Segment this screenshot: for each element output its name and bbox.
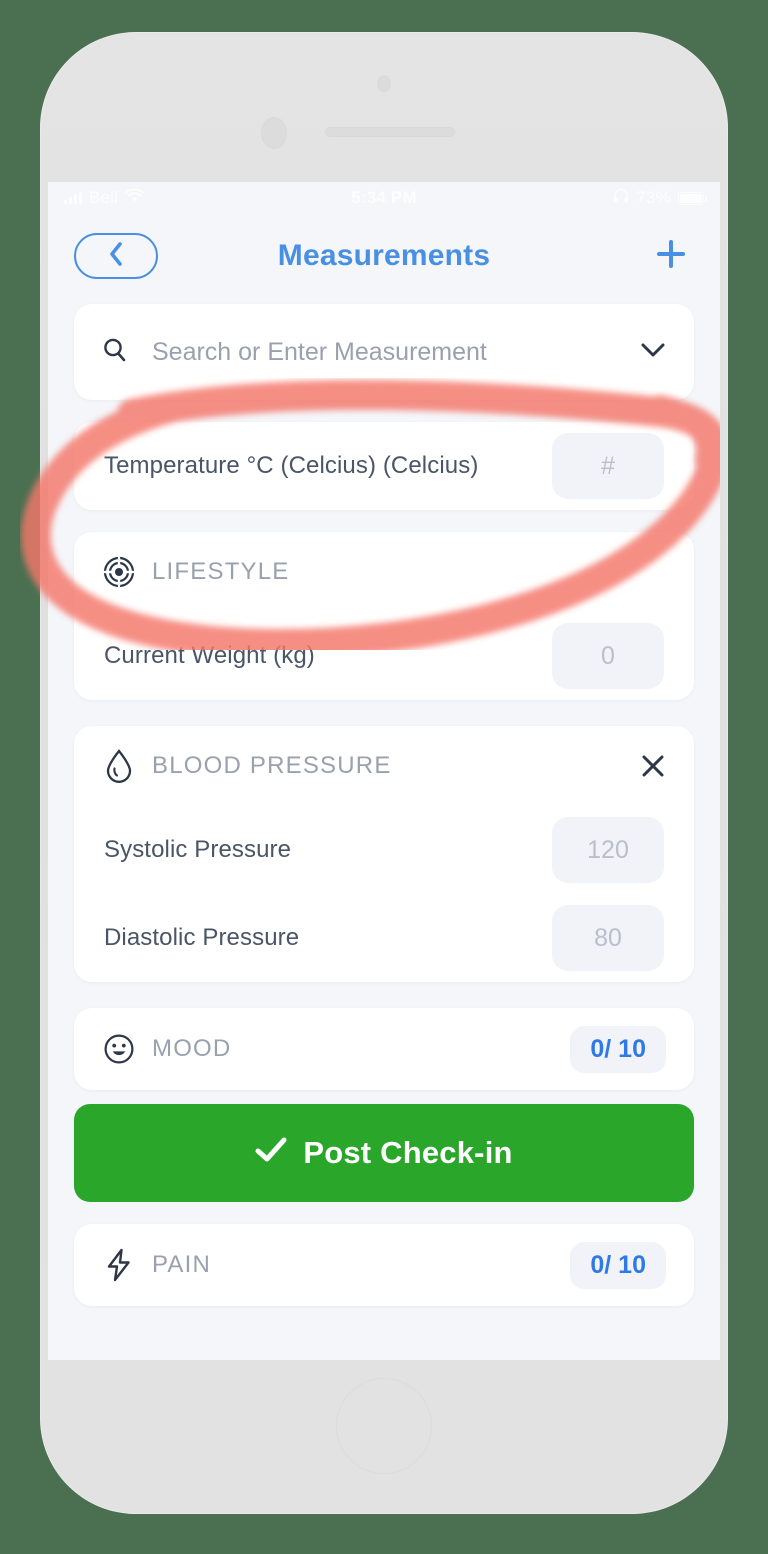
mood-card: MOOD 0/ 10 xyxy=(74,1008,694,1090)
back-button[interactable] xyxy=(74,233,158,279)
measurements-list: Search or Enter Measurement Temperature … xyxy=(48,304,720,1306)
temperature-input[interactable]: # xyxy=(552,433,664,499)
current-weight-input[interactable]: 0 xyxy=(552,623,664,689)
diastolic-pressure-row[interactable]: Diastolic Pressure 80 xyxy=(74,894,694,982)
proximity-sensor-icon xyxy=(262,118,286,148)
wifi-icon xyxy=(125,188,145,208)
navigation-bar: Measurements xyxy=(48,214,720,298)
mood-score-badge[interactable]: 0/ 10 xyxy=(570,1025,666,1073)
mood-section-header[interactable]: MOOD 0/ 10 xyxy=(74,1008,694,1090)
lifestyle-spiral-icon xyxy=(102,555,136,589)
chevron-down-icon[interactable] xyxy=(638,340,668,365)
signal-bars-icon xyxy=(64,192,82,204)
blood-pressure-card: BLOOD PRESSURE Systolic Pressure 120 Dia… xyxy=(74,726,694,982)
temperature-label: Temperature °C (Celcius) (Celcius) xyxy=(104,452,479,479)
systolic-pressure-label: Systolic Pressure xyxy=(104,836,292,863)
lifestyle-section-title: LIFESTYLE xyxy=(152,558,290,585)
post-checkin-label: Post Check-in xyxy=(303,1135,513,1170)
blood-pressure-section-title: BLOOD PRESSURE xyxy=(152,752,392,779)
checkmark-icon xyxy=(255,1135,287,1171)
pain-card: PAIN 0/ 10 xyxy=(74,1224,694,1306)
systolic-pressure-row[interactable]: Systolic Pressure 120 xyxy=(74,806,694,894)
earpiece-speaker xyxy=(326,128,454,136)
front-camera-icon xyxy=(378,76,390,91)
mood-section-title: MOOD xyxy=(152,1035,232,1062)
carrier-label: Bell xyxy=(89,188,119,207)
close-icon[interactable] xyxy=(640,753,666,779)
diastolic-pressure-label: Diastolic Pressure xyxy=(104,924,300,951)
pain-section-header[interactable]: PAIN 0/ 10 xyxy=(74,1224,694,1306)
status-time: 5:34 PM xyxy=(351,188,417,207)
diastolic-pressure-input[interactable]: 80 xyxy=(552,905,664,971)
smiley-face-icon xyxy=(102,1032,136,1066)
lightning-bolt-icon xyxy=(102,1248,136,1282)
plus-icon xyxy=(654,237,688,276)
temperature-row[interactable]: Temperature °C (Celcius) (Celcius) # xyxy=(74,422,694,510)
current-weight-row[interactable]: Current Weight (kg) 0 xyxy=(74,612,694,700)
phone-screen: Bell 5:34 PM 73% Measurements Search or … xyxy=(48,182,720,1360)
home-button[interactable] xyxy=(336,1378,432,1474)
search-card: Search or Enter Measurement xyxy=(74,304,694,400)
search-icon xyxy=(100,335,130,370)
status-bar: Bell 5:34 PM 73% xyxy=(48,182,720,214)
current-weight-label: Current Weight (kg) xyxy=(104,642,315,669)
search-input[interactable]: Search or Enter Measurement xyxy=(152,338,638,367)
blood-pressure-section-header: BLOOD PRESSURE xyxy=(74,726,694,806)
post-checkin-button[interactable]: Post Check-in xyxy=(74,1104,694,1202)
lifestyle-section-header: LIFESTYLE xyxy=(74,532,694,612)
temperature-card: Temperature °C (Celcius) (Celcius) # xyxy=(74,422,694,510)
pain-section-title: PAIN xyxy=(152,1251,212,1278)
chevron-left-icon xyxy=(107,241,125,272)
lifestyle-card: LIFESTYLE Current Weight (kg) 0 xyxy=(74,532,694,700)
blood-drop-icon xyxy=(102,749,136,783)
battery-icon xyxy=(678,191,707,205)
add-measurement-button[interactable] xyxy=(648,233,694,279)
search-row[interactable]: Search or Enter Measurement xyxy=(74,304,694,400)
systolic-pressure-input[interactable]: 120 xyxy=(552,817,664,883)
pain-score-badge[interactable]: 0/ 10 xyxy=(570,1241,666,1289)
battery-percent-label: 73% xyxy=(636,188,671,207)
headphones-icon xyxy=(613,188,629,208)
